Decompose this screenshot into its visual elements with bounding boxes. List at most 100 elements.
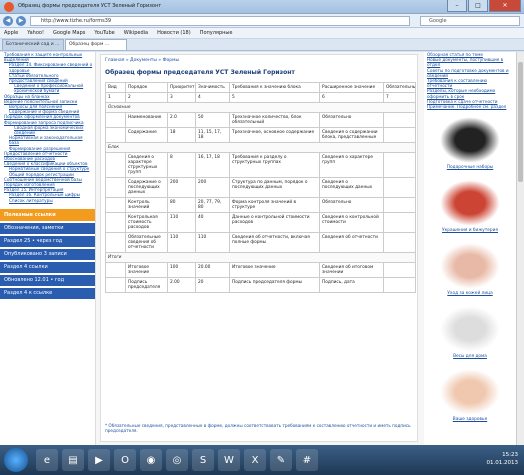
tab-item-active[interactable]: Образец форм ... [65,39,127,50]
page-title: Образец формы председателя УСТ Зеленый Г… [105,69,295,76]
product-caption[interactable]: Уход за кожей лица [424,289,516,298]
bookmark-item[interactable]: Apple [4,30,18,36]
paint-icon[interactable]: ✎ [270,449,292,471]
table-cell: Обязательно [319,197,384,213]
table-cell: Подпись, дата [319,277,384,293]
excel-icon[interactable]: X [244,449,266,471]
sidebar-link[interactable]: Советы по подготовке документов и сведен… [424,68,516,78]
table-cell [105,152,126,178]
sidebar-box-link[interactable]: Опубликовано 3 записи [0,248,95,260]
sidebar-link[interactable]: Сводная форма экономических сведений [0,125,95,135]
opera-icon[interactable]: O [114,449,136,471]
forward-button[interactable]: ▶ [16,16,26,26]
product-caption[interactable]: Ваше здоровье [424,415,516,424]
product-card[interactable]: Весы для дома [424,306,516,362]
sidebar-link[interactable]: Список литературы [0,198,95,203]
table-row: Содержание 18 11, 15, 17, 18 Трехзначное, о… [105,127,416,143]
bookmark-item[interactable]: Google Maps [53,30,85,36]
start-button[interactable] [4,448,28,472]
table-cell: Обязательно [319,112,384,128]
product-image[interactable] [440,117,500,164]
minimize-button[interactable]: – [447,0,467,12]
table-row: Обязательные сведения об отчетности 110 11… [105,232,416,253]
footnote: * Обязательные сведения, представленные … [105,423,411,433]
table-cell: 8 [167,152,196,178]
media-player-icon[interactable]: ▶ [88,449,110,471]
sidebar-box-link[interactable]: Раздел 4 к ссылке [0,287,95,299]
chrome-icon[interactable]: ◎ [166,449,188,471]
table-cell: 20.00 [195,262,230,278]
product-caption[interactable]: Подарочные наборы [424,163,516,172]
breadcrumb[interactable]: Главная » Документы » Формы [101,55,417,66]
sidebar-link[interactable]: Раздел 14. Фиксирование сведений о здоро… [0,62,95,72]
table-cell: 100 [167,262,196,278]
bookmark-item[interactable]: Новости (18) [157,30,191,36]
sidebar-link[interactable]: Статьи обязательного предоставления свед… [0,73,95,83]
bookmark-item[interactable]: Yahoo! [27,30,44,36]
sidebar-link[interactable]: Требования к защите контрольных выделени… [0,52,95,62]
address-bar[interactable]: http://www.tizhe.ru/forms39 [30,16,410,26]
product-caption[interactable]: Весы для дома [424,352,516,361]
folder-icon[interactable]: ▤ [62,449,84,471]
column-header: Значимость [195,82,230,93]
skype-icon[interactable]: S [192,449,214,471]
firefox-icon[interactable]: ◉ [140,449,162,471]
table-cell: Сведения о содержании блока, представлен… [319,127,384,143]
table-cell: Сведения об отчетности, включая полные ф… [229,232,320,253]
table-cell: Сведения о последующих данных [319,177,384,198]
table-cell: 200 [195,177,230,198]
table-cell: 16, 17, 18 [195,152,230,178]
sidebar-box-link[interactable]: Раздел 4 ссылки [0,261,95,273]
column-header: Приоритет [167,82,196,93]
bookmark-item[interactable]: YouTube [94,30,114,36]
vertical-scrollbar[interactable] [516,52,524,445]
table-row: Итоговое значение 100 20.00 Итоговое значен… [105,262,416,278]
table-cell: Контроль значений [125,197,168,213]
close-button[interactable]: ✕ [489,0,521,12]
table-cell [105,212,126,233]
sidebar-box-link[interactable]: Обновлено 12.01 • год [0,274,95,286]
column-number: 2 [125,92,168,103]
table-cell: Сведения о характере структурных групп [125,152,168,178]
table-cell: Сведения о контрольной стоимости [319,212,384,233]
product-image[interactable] [440,180,500,227]
sidebar-box-link[interactable]: Раздел 25 • через год [0,235,95,247]
maximize-button[interactable]: □ [468,0,488,12]
table-cell: 110 [195,232,230,253]
table-cell: 18 [167,127,196,143]
table-cell: 2.0 [167,112,196,128]
product-card[interactable]: Уход за кожей лица [424,243,516,299]
sidebar-link[interactable]: Разделы, которые необходимо оформить в с… [424,88,516,98]
sidebar-link[interactable]: Нормативные сведения о структуре [0,166,95,171]
sidebar-box-link[interactable]: Обозначения, заметки [0,222,95,234]
word-icon[interactable]: W [218,449,240,471]
ie-icon[interactable]: e [36,449,58,471]
column-header: Порядок [125,82,168,93]
scrollbar-thumb[interactable] [518,62,523,182]
product-image[interactable] [440,306,500,353]
search-input[interactable]: Google [420,16,520,26]
system-clock[interactable]: 15:23 01.01.2013 [487,451,519,467]
sidebar-link[interactable]: Требования к составлению отчетности [424,78,516,88]
sidebar-link[interactable]: Сведения о профессиональной хронической … [0,83,95,93]
column-header: Расширенное значение [319,82,384,93]
table-cell: 80 [167,197,196,213]
sidebar-link[interactable]: Нормативная и законодательная база [0,135,95,145]
table-cell: Наименование [125,112,168,128]
tab-item[interactable]: Ботанический сад и ... [2,39,64,50]
product-image[interactable] [440,369,500,416]
calculator-icon[interactable]: # [296,449,318,471]
table-row: Контрольная стоимость расходов 110 40 Данны… [105,212,416,233]
product-card[interactable]: Подарочные наборы [424,117,516,173]
product-card[interactable]: Украшения и бижутерия [424,180,516,236]
table-cell: Сведения о характере групп [319,152,384,178]
product-caption[interactable]: Украшения и бижутерия [424,226,516,235]
product-image[interactable] [440,243,500,290]
back-button[interactable]: ◀ [3,16,13,26]
sidebar-link[interactable]: Примечание. Подробнее см. раздел [424,104,516,109]
table-cell: Подпись председателя [125,277,168,293]
bookmark-item[interactable]: Популярные [200,30,233,36]
bookmark-item[interactable]: Wikipedia [124,30,148,36]
sidebar-link[interactable]: Новые документы, поступившие в отдел [424,57,516,67]
product-card[interactable]: Ваше здоровье [424,369,516,425]
